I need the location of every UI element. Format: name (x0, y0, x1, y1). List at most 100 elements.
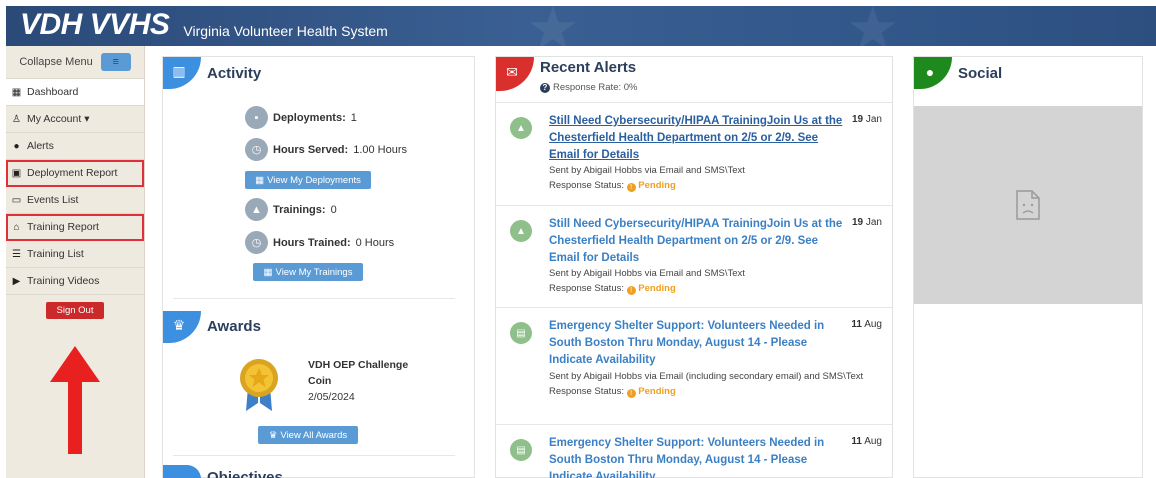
sidebar-item-label: Training List (27, 248, 84, 260)
clipboard-icon: ▤ (510, 439, 532, 461)
sidebar-item-dashboard[interactable]: ▦ Dashboard (6, 79, 144, 106)
alert-title-link[interactable]: Emergency Shelter Support: Volunteers Ne… (549, 435, 849, 478)
trainings-value: 0 (330, 203, 337, 216)
sign-out-button[interactable]: Sign Out (46, 302, 104, 319)
alert-title-link[interactable]: Still Need Cybersecurity/HIPAA TrainingJ… (549, 216, 849, 267)
red-arrow-annotation-icon (50, 346, 100, 454)
social-title: Social (958, 65, 1003, 82)
award-name-line-2: Coin (308, 375, 332, 387)
response-status: Response Status: ! Pending (549, 384, 879, 399)
social-panel: ● Social (913, 56, 1143, 478)
view-trainings-label: View My Trainings (275, 266, 353, 278)
hours-served-label: Hours Served: (273, 143, 349, 156)
target-icon (163, 465, 201, 478)
sidebar-item-label: Alerts (27, 140, 54, 152)
status-badge: Pending (638, 180, 676, 191)
alert-meta: Sent by Abigail Hobbs via Email and SMS\… (549, 163, 879, 193)
alert-item: ▲ Still Need Cybersecurity/HIPAA Trainin… (496, 205, 892, 307)
alert-month: Aug (864, 319, 882, 330)
response-status: Response Status: ! Pending (549, 281, 879, 296)
sidebar-item-events-list[interactable]: ▭ Events List (6, 187, 144, 214)
sidebar-item-label: Training Report (27, 221, 99, 233)
sidebar: Collapse Menu ≡ ▦ Dashboard ♙ My Account… (6, 46, 145, 478)
response-status-label: Response Status: (549, 386, 624, 397)
response-status-label: Response Status: (549, 180, 624, 191)
star-decoration-icon: ★ (526, 6, 580, 46)
app-header: ★ ★ VDH VVHS Virginia Volunteer Health S… (6, 6, 1156, 46)
sidebar-item-label: Training Videos (27, 275, 100, 287)
hours-served-value: 1.00 Hours (353, 143, 408, 156)
sidebar-item-deployment-report[interactable]: ▣ Deployment Report (6, 160, 144, 187)
clock-icon: ◷ (245, 231, 268, 254)
status-badge: Pending (638, 386, 676, 397)
alert-meta: Sent by Abigail Hobbs via Email (includi… (549, 369, 879, 399)
alert-month: Aug (864, 436, 882, 447)
sidebar-item-alerts[interactable]: ● Alerts (6, 133, 144, 160)
alert-month: Jan (865, 114, 882, 125)
alert-sent-by: Sent by Abigail Hobbs via Email and SMS\… (549, 268, 745, 279)
sidebar-item-training-report[interactable]: ⌂ Training Report (6, 214, 144, 241)
alert-item: ▤ Emergency Shelter Support: Volunteers … (496, 424, 892, 478)
institution-icon: ⌂ (13, 221, 20, 233)
activity-panel: ▥ Activity ▪ Deployments: 1 ◷ Hours Serv… (162, 56, 475, 478)
briefcase-icon: ▪ (245, 106, 268, 129)
sidebar-item-label: My Account ▾ (27, 113, 90, 125)
alert-month: Jan (865, 217, 882, 228)
graduation-cap-icon: ▲ (510, 117, 532, 139)
view-deployments-button[interactable]: ▦ View My Deployments (245, 171, 371, 189)
hours-served-stat: ◷ Hours Served: 1.00 Hours (245, 138, 407, 161)
table-icon: ▦ (11, 86, 22, 98)
pending-icon: ! (626, 389, 636, 398)
view-deployments-label: View My Deployments (267, 174, 361, 186)
question-icon: ? (540, 82, 550, 93)
sidebar-item-my-account[interactable]: ♙ My Account ▾ (6, 106, 144, 133)
sidebar-item-training-videos[interactable]: ▶ Training Videos (6, 268, 144, 295)
deployments-stat: ▪ Deployments: 1 (245, 106, 357, 129)
response-rate-text: Response Rate: 0% (553, 82, 638, 93)
alert-title-link[interactable]: Still Need Cybersecurity/HIPAA TrainingJ… (549, 113, 849, 164)
collapse-menu[interactable]: Collapse Menu ≡ (6, 46, 144, 79)
clipboard-icon: ▤ (510, 322, 532, 344)
trainings-label: Trainings: (273, 203, 326, 216)
recent-alerts-title: Recent Alerts (540, 59, 637, 76)
star-decoration-icon: ★ (846, 6, 900, 46)
hours-trained-value: 0 Hours (355, 236, 395, 249)
award-date: 2/05/2024 (308, 391, 355, 403)
brand-logo[interactable]: VDH VVHS (20, 10, 170, 40)
bar-chart-icon: ▥ (163, 57, 201, 89)
clock-icon: ◷ (245, 138, 268, 161)
alert-meta: Sent by Abigail Hobbs via Email and SMS\… (549, 266, 879, 296)
deployments-value: 1 (350, 111, 357, 124)
sidebar-item-label: Deployment Report (27, 167, 118, 179)
hamburger-icon[interactable]: ≡ (100, 53, 131, 71)
alert-title-link[interactable]: Emergency Shelter Support: Volunteers Ne… (549, 318, 849, 369)
sidebar-item-training-list[interactable]: ☰ Training List (6, 241, 144, 268)
awards-title: Awards (207, 318, 261, 335)
response-status-label: Response Status: (549, 283, 624, 294)
user-icon: ♙ (12, 113, 21, 125)
collapse-menu-label: Collapse Menu (19, 56, 93, 68)
alert-item: ▤ Emergency Shelter Support: Volunteers … (496, 307, 892, 424)
hours-trained-stat: ◷ Hours Trained: 0 Hours (245, 231, 394, 254)
calendar-outline-icon: ▭ (11, 194, 22, 206)
alert-item: ▲ Still Need Cybersecurity/HIPAA Trainin… (496, 102, 892, 205)
trophy-icon: ♛ (163, 311, 201, 343)
pending-icon: ! (626, 183, 636, 192)
alert-date: 11 Aug (851, 436, 882, 447)
award-details: VDH OEP Challenge Coin 2/05/2024 (308, 357, 408, 405)
hours-trained-label: Hours Trained: (273, 236, 351, 249)
alert-date: 19 Jan (852, 114, 882, 125)
medal-icon (240, 359, 278, 411)
calendar-icon: ▦ (255, 174, 265, 186)
recent-alerts-panel: ✉ Recent Alerts ? Response Rate: 0% ▲ St… (495, 56, 893, 478)
broken-image-icon (1016, 190, 1040, 220)
deployments-label: Deployments: (273, 111, 346, 124)
sidebar-item-label: Dashboard (27, 86, 79, 98)
calendar-icon: ▣ (11, 167, 22, 179)
view-all-awards-label: View All Awards (280, 429, 348, 441)
view-all-awards-button[interactable]: ♛ View All Awards (258, 426, 358, 444)
comment-icon: ● (13, 140, 20, 152)
alert-day: 19 (851, 217, 864, 228)
social-feed-placeholder (914, 106, 1142, 304)
view-trainings-button[interactable]: ▦ View My Trainings (253, 263, 363, 281)
